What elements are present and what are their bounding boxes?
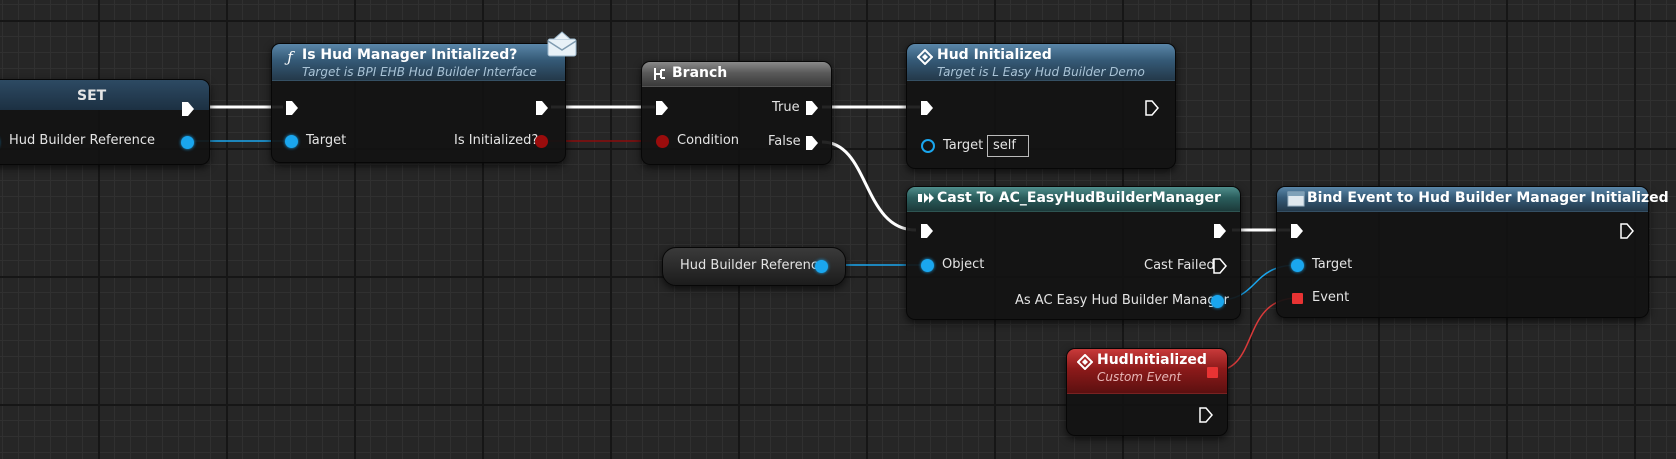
- target-self-field[interactable]: self: [987, 135, 1029, 157]
- getter-label: Hud Builder Reference: [680, 258, 826, 273]
- getter-output-pin[interactable]: [815, 260, 828, 273]
- branch-node[interactable]: Branch True Condition False: [641, 61, 832, 165]
- as-manager-label: As AC Easy Hud Builder Manager: [1015, 293, 1229, 308]
- hud-builder-reference-out-pin[interactable]: [181, 136, 194, 149]
- node-subtitle: Target is BPI EHB Hud Builder Interface: [302, 65, 537, 79]
- node-header: ƒ Is Hud Manager Initialized? Target is …: [272, 44, 565, 81]
- function-icon: ƒ: [287, 48, 293, 66]
- bind-event-node[interactable]: Bind Event to Hud Builder Manager Initia…: [1276, 186, 1669, 318]
- is-hud-manager-initialized-node[interactable]: ƒ Is Hud Manager Initialized? Target is …: [271, 43, 566, 163]
- node-title: Bind Event to Hud Builder Manager Initia…: [1307, 190, 1669, 206]
- exec-wire: [821, 140, 917, 232]
- exec-in-pin[interactable]: [920, 223, 934, 239]
- event-diamond-icon: [1076, 353, 1094, 371]
- node-title: Branch: [672, 65, 728, 81]
- object-pin[interactable]: [921, 259, 934, 272]
- event-delegate-pin[interactable]: [1292, 293, 1303, 304]
- condition-pin[interactable]: [656, 135, 669, 148]
- true-exec-pin[interactable]: [805, 100, 819, 116]
- node-header: HudInitialized Custom Event: [1067, 349, 1227, 394]
- exec-in-pin[interactable]: [285, 100, 299, 116]
- hud-initialized-custom-event-node[interactable]: HudInitialized Custom Event: [1066, 348, 1228, 436]
- true-label: True: [772, 100, 800, 115]
- exec-out-pin[interactable]: [1213, 223, 1227, 239]
- target-pin[interactable]: [921, 139, 935, 153]
- branch-icon: [652, 66, 668, 82]
- node-header: Cast To AC_EasyHudBuilderManager: [907, 187, 1240, 212]
- node-title: Is Hud Manager Initialized?: [302, 47, 518, 63]
- cast-to-node[interactable]: Cast To AC_EasyHudBuilderManager Object …: [906, 186, 1241, 320]
- node-header: Bind Event to Hud Builder Manager Initia…: [1277, 187, 1669, 212]
- hud-builder-reference-getter[interactable]: Hud Builder Reference: [662, 247, 846, 286]
- exec-in-pin[interactable]: [920, 100, 934, 116]
- node-subtitle: Target is L Easy Hud Builder Demo: [937, 65, 1145, 79]
- cast-failed-label: Cast Failed: [1144, 258, 1215, 273]
- exec-out-pin[interactable]: [181, 101, 195, 117]
- set-node-title: SET: [77, 88, 107, 104]
- event-label: Event: [1312, 290, 1350, 305]
- node-title: HudInitialized: [1097, 352, 1207, 368]
- bind-event-icon: [1287, 191, 1305, 207]
- exec-out-pin[interactable]: [535, 100, 549, 116]
- node-header: Hud Initialized Target is L Easy Hud Bui…: [907, 44, 1175, 81]
- condition-label: Condition: [677, 133, 740, 148]
- false-label: False: [768, 134, 801, 149]
- false-exec-pin[interactable]: [805, 135, 819, 151]
- cast-icon: [917, 191, 934, 207]
- exec-in-pin[interactable]: [1290, 223, 1304, 239]
- as-manager-pin[interactable]: [1211, 295, 1224, 308]
- cast-failed-exec-pin[interactable]: [1213, 258, 1227, 274]
- target-label: Target: [1312, 257, 1353, 272]
- target-label: Target: [943, 138, 984, 153]
- target-pin[interactable]: [1291, 259, 1304, 272]
- node-subtitle: Custom Event: [1097, 370, 1182, 384]
- event-diamond-icon: [916, 48, 934, 66]
- target-pin[interactable]: [285, 135, 298, 148]
- node-title: Cast To AC_EasyHudBuilderManager: [937, 190, 1221, 206]
- set-node[interactable]: SET Hud Builder Reference: [0, 79, 210, 165]
- exec-out-pin[interactable]: [1199, 407, 1213, 423]
- node-header: Branch: [642, 62, 831, 87]
- exec-out-pin[interactable]: [1620, 223, 1634, 239]
- set-node-input-label: Hud Builder Reference: [9, 133, 155, 148]
- hud-initialized-node[interactable]: Hud Initialized Target is L Easy Hud Bui…: [906, 43, 1176, 169]
- node-title: Hud Initialized: [937, 47, 1052, 63]
- delegate-output-pin[interactable]: [1207, 367, 1218, 378]
- is-initialized-label: Is Initialized?: [454, 133, 539, 148]
- is-initialized-pin[interactable]: [535, 135, 548, 148]
- object-label: Object: [942, 257, 985, 272]
- message-envelope-icon: [547, 31, 577, 57]
- target-label: Target: [306, 133, 347, 148]
- exec-out-pin[interactable]: [1145, 100, 1159, 116]
- exec-in-pin[interactable]: [655, 100, 669, 116]
